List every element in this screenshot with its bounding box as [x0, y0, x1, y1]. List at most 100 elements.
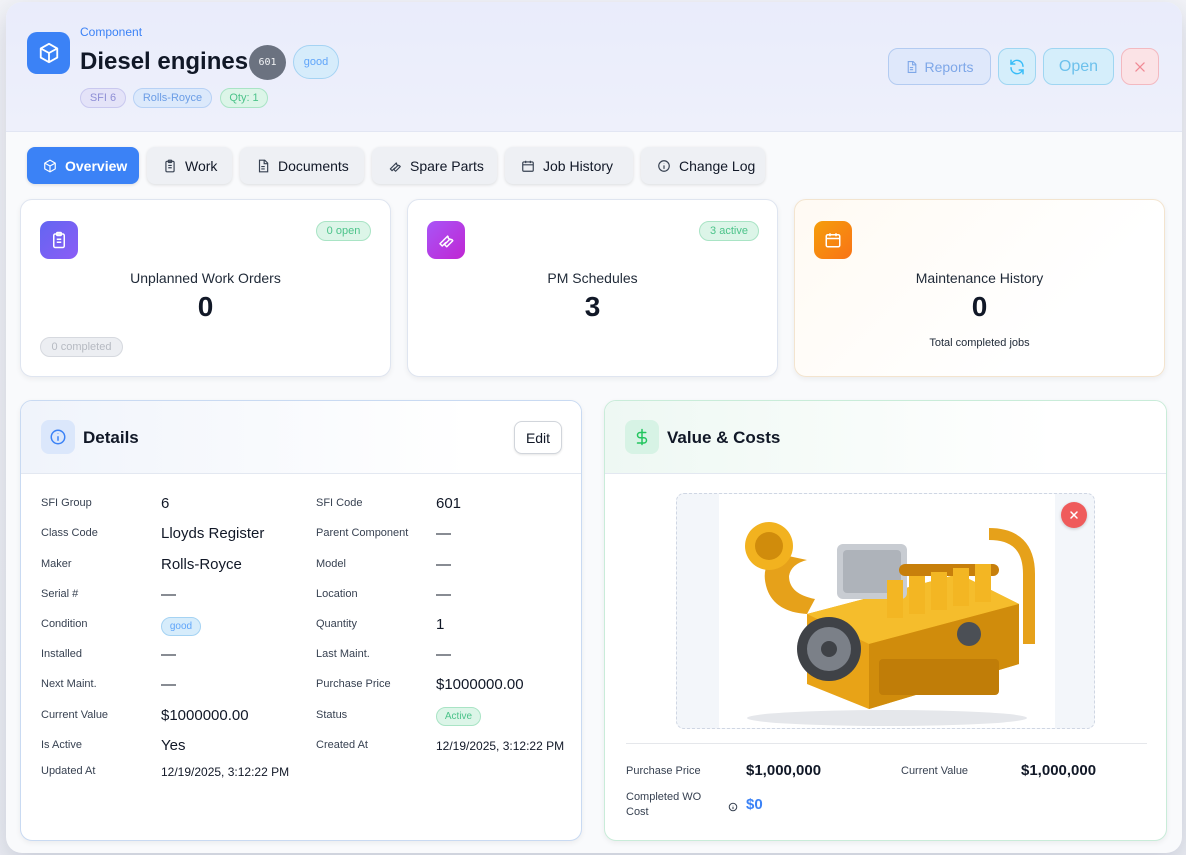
- wrench-icon: [427, 221, 465, 259]
- quantity-value: 1: [436, 616, 445, 633]
- maker-value: Rolls-Royce: [161, 556, 242, 573]
- clipboard-icon: [40, 221, 78, 259]
- quantity-label: Quantity: [316, 618, 357, 630]
- value-costs-title: Value & Costs: [667, 428, 781, 447]
- close-icon: [1135, 61, 1145, 72]
- value-costs-panel-header: Value & Costs: [605, 401, 1166, 474]
- class-code-value: Lloyds Register: [161, 525, 265, 542]
- current-value-label: Current Value: [901, 765, 969, 777]
- engine-image: [719, 494, 1055, 728]
- calendar-icon: [814, 221, 852, 259]
- sfi-group-pill: SFI 6: [80, 88, 126, 108]
- installed-value: —: [161, 646, 176, 663]
- cube-icon: [27, 32, 70, 74]
- tab-work[interactable]: Work: [147, 147, 232, 184]
- refresh-icon: [1010, 59, 1024, 74]
- stat-label: PM Schedules: [547, 270, 638, 286]
- divider: [626, 743, 1147, 744]
- installed-label: Installed: [41, 648, 82, 660]
- info-icon[interactable]: [728, 799, 738, 817]
- current-value-value: $1,000,000: [1021, 762, 1097, 779]
- maker-pill: Rolls-Royce: [133, 88, 212, 108]
- open-button[interactable]: Open: [1043, 48, 1114, 85]
- modal-header: Component Diesel engines 601 good SFI 6 …: [6, 2, 1182, 132]
- tab-documents-label: Documents: [278, 157, 349, 174]
- next-maint-value: —: [161, 676, 176, 693]
- updated-at-value: 12/19/2025, 3:12:22 PM: [161, 765, 290, 779]
- parent-component-label: Parent Component: [316, 527, 409, 539]
- tab-change-log[interactable]: Change Log: [641, 147, 765, 184]
- stat-subtitle: Total completed jobs: [929, 337, 1030, 349]
- details-title: Details: [83, 428, 139, 447]
- details-panel: Details Edit SFI Group 6 Class Code Lloy…: [20, 400, 582, 841]
- serial-value: —: [161, 586, 176, 603]
- status-badge: Active: [436, 707, 481, 726]
- condition-label: Condition: [41, 618, 88, 630]
- unplanned-work-orders-card[interactable]: 0 open Unplanned Work Orders 0 0 complet…: [20, 199, 391, 377]
- tab-overview-label: Overview: [65, 157, 128, 174]
- stat-value: 3: [584, 291, 601, 322]
- sfi-group-value: 6: [161, 495, 170, 512]
- completed-wo-label: Completed WO: [626, 791, 702, 803]
- active-count-chip: 3 active: [699, 221, 759, 241]
- reports-button[interactable]: Reports: [888, 48, 991, 85]
- tab-spare-parts[interactable]: Spare Parts: [372, 147, 497, 184]
- created-at-label: Created At: [316, 739, 368, 751]
- tab-job-history-label: Job History: [543, 157, 614, 174]
- pm-schedules-card[interactable]: 3 active PM Schedules 3: [407, 199, 778, 377]
- reports-button-label: Reports: [924, 58, 974, 75]
- completed-wo-cost-value: $0: [746, 796, 763, 813]
- last-maint-label: Last Maint.: [316, 648, 370, 660]
- refresh-button[interactable]: [998, 48, 1036, 85]
- document-icon: [908, 60, 917, 73]
- stat-label: Maintenance History: [915, 270, 1044, 286]
- cube-icon: [44, 159, 56, 172]
- location-label: Location: [316, 588, 358, 600]
- open-count-chip: 0 open: [316, 221, 371, 241]
- tab-documents[interactable]: Documents: [240, 147, 364, 184]
- maker-label: Maker: [41, 558, 72, 570]
- close-button[interactable]: [1121, 48, 1159, 85]
- dollar-icon: [625, 420, 659, 454]
- serial-label: Serial #: [41, 588, 79, 600]
- header-kicker: Component: [80, 25, 143, 39]
- calendar-icon: [522, 160, 534, 172]
- maintenance-history-card[interactable]: Maintenance History 0 Total completed jo…: [794, 199, 1165, 377]
- tab-overview[interactable]: Overview: [27, 147, 139, 184]
- next-maint-label: Next Maint.: [41, 678, 97, 690]
- sfi-code-value: 601: [436, 495, 462, 512]
- component-image-dropzone[interactable]: [676, 493, 1095, 729]
- info-icon: [41, 420, 75, 454]
- stat-value: 0: [197, 291, 214, 322]
- page-title: Diesel engines: [80, 48, 249, 75]
- is-active-label: Is Active: [41, 739, 82, 751]
- updated-at-label: Updated At: [41, 765, 96, 777]
- condition-chip: good: [161, 617, 201, 636]
- remove-image-button[interactable]: [1061, 502, 1087, 528]
- close-icon: [1070, 511, 1078, 519]
- stat-value: 0: [971, 291, 988, 322]
- condition-badge: good: [293, 45, 339, 79]
- edit-button[interactable]: Edit: [514, 421, 562, 454]
- component-modal: Component Diesel engines 601 good SFI 6 …: [6, 2, 1182, 853]
- class-code-label: Class Code: [41, 527, 98, 539]
- tab-work-label: Work: [185, 157, 218, 174]
- sfi-code-badge: 601: [249, 45, 286, 80]
- details-panel-header: Details Edit: [21, 401, 581, 474]
- created-at-value: 12/19/2025, 3:12:22 PM: [436, 739, 565, 753]
- clipboard-icon: [165, 159, 175, 172]
- current-value-value: $1000000.00: [161, 707, 249, 724]
- info-icon: [658, 159, 670, 172]
- purchase-price-value: $1,000,000: [746, 762, 822, 779]
- parent-component-value: —: [436, 525, 451, 542]
- tab-job-history[interactable]: Job History: [505, 147, 633, 184]
- purchase-price-label: Purchase Price: [626, 765, 701, 777]
- completed-wo-label-cost: Cost: [626, 806, 649, 818]
- location-value: —: [436, 586, 451, 603]
- quantity-pill: Qty: 1: [220, 88, 268, 108]
- sfi-group-label: SFI Group: [41, 497, 92, 509]
- is-active-value: Yes: [161, 737, 186, 754]
- model-label: Model: [316, 558, 346, 570]
- sfi-code-label: SFI Code: [316, 497, 363, 509]
- completed-count-chip: 0 completed: [40, 337, 123, 357]
